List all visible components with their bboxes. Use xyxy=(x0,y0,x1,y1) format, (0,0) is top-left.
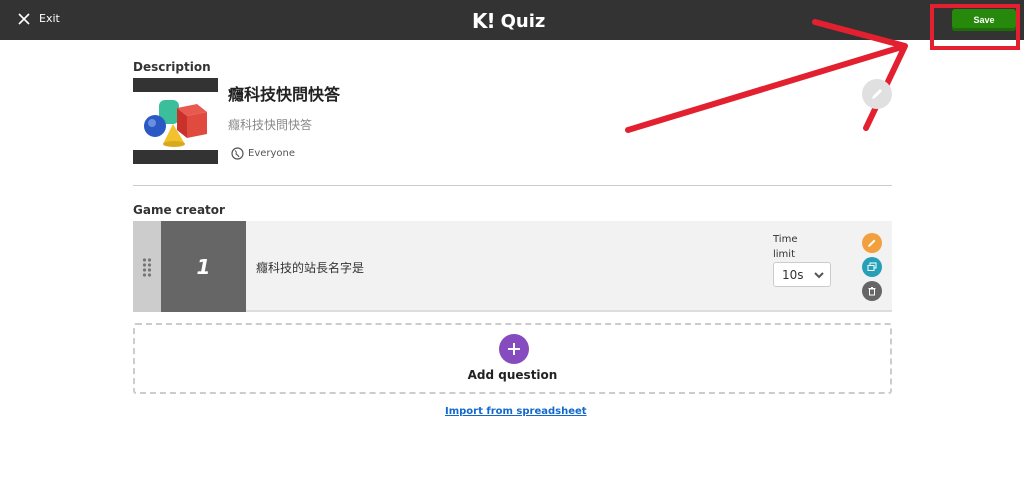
duplicate-icon xyxy=(867,262,877,271)
pencil-icon xyxy=(868,239,876,247)
add-question-button[interactable]: Add question xyxy=(133,323,892,394)
plus-icon xyxy=(499,334,529,364)
pencil-icon xyxy=(872,89,882,99)
visibility-info: Everyone xyxy=(231,147,295,160)
description-heading: Description xyxy=(133,60,211,74)
add-question-label: Add question xyxy=(467,368,558,382)
globe-icon xyxy=(231,147,244,160)
time-limit-label: Time limit xyxy=(773,234,798,260)
question-card[interactable]: 1 癮科技的站長名字是 Time limit 10s xyxy=(133,221,892,312)
import-from-spreadsheet-link[interactable]: Import from spreadsheet xyxy=(445,406,587,417)
exit-button[interactable]: Exit xyxy=(18,12,60,25)
drag-handle[interactable] xyxy=(133,221,161,312)
quiz-description: 癮科技快問快答 xyxy=(228,118,313,132)
section-divider xyxy=(133,185,892,186)
trash-icon xyxy=(868,287,876,296)
app-logo: K! Quiz xyxy=(472,9,545,33)
delete-question-button[interactable] xyxy=(862,281,882,301)
logo-text: Quiz xyxy=(500,10,546,32)
close-icon xyxy=(18,12,30,25)
logo-mark: K! xyxy=(472,9,496,33)
game-creator-heading: Game creator xyxy=(133,203,225,217)
cover-image xyxy=(133,78,218,164)
edit-question-button[interactable] xyxy=(862,233,882,253)
chevron-down-icon xyxy=(814,271,824,278)
question-number: 1 xyxy=(161,221,246,312)
top-bar: Exit K! Quiz Save xyxy=(0,0,1024,40)
annotation-highlight-box xyxy=(930,4,1020,50)
duplicate-question-button[interactable] xyxy=(862,257,882,277)
question-text: 癮科技的站長名字是 xyxy=(256,261,365,275)
time-limit-value: 10s xyxy=(782,267,804,282)
edit-description-button[interactable] xyxy=(862,79,892,109)
visibility-label: Everyone xyxy=(248,148,296,159)
time-limit-select[interactable]: 10s xyxy=(773,262,831,287)
quiz-title: 癮科技快問快答 xyxy=(228,85,341,104)
drag-handle-icon xyxy=(142,257,152,277)
exit-label: Exit xyxy=(39,12,60,25)
